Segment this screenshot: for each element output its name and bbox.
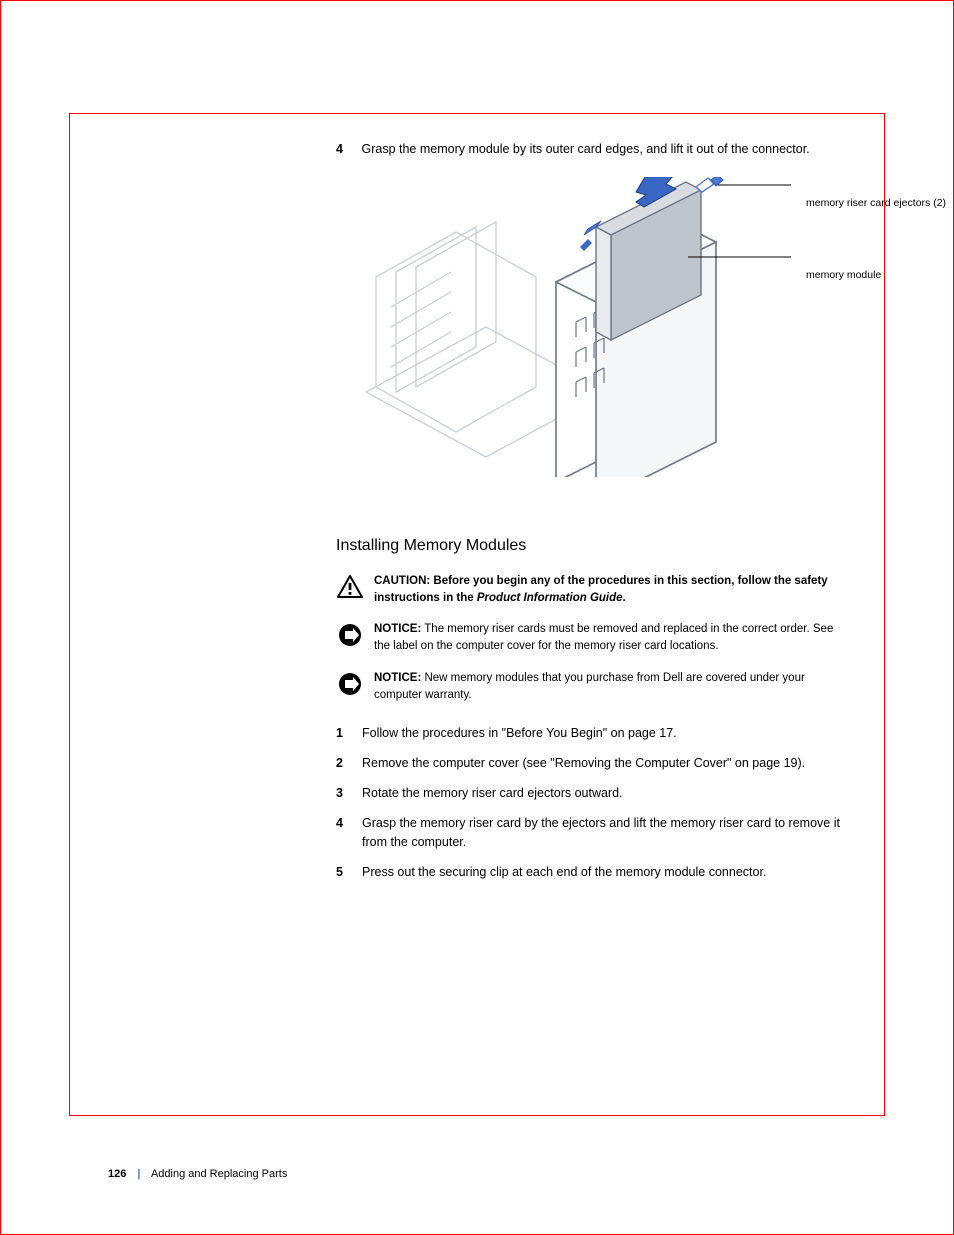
notice-2-label: NOTICE: [374, 672, 421, 684]
notice-1-label: NOTICE: [374, 623, 421, 635]
caution-text: CAUTION: Before you begin any of the pro… [374, 573, 848, 608]
page-footer: 126 | Adding and Replacing Parts [108, 1168, 287, 1180]
caution-admonition: CAUTION: Before you begin any of the pro… [336, 573, 848, 608]
caution-end: . [623, 592, 626, 604]
step-4-line: 4 Grasp the memory module by its outer c… [106, 141, 848, 159]
notice-2-admonition: NOTICE: New memory modules that you purc… [336, 670, 848, 705]
memory-riser-illustration [336, 177, 856, 477]
notice-2-text: NOTICE: New memory modules that you purc… [374, 670, 848, 705]
notice-1-body: The memory riser cards must be removed a… [374, 623, 833, 652]
figure-label-ejectors: memory riser card ejectors (2) [806, 197, 946, 209]
step-text: Rotate the memory riser card ejectors ou… [362, 784, 623, 802]
page-content: 4 Grasp the memory module by its outer c… [66, 109, 888, 913]
install-step: 5 Press out the securing clip at each en… [336, 863, 848, 881]
step-text: Grasp the memory module by its outer car… [361, 142, 809, 156]
step-number: 4 [336, 141, 358, 159]
step-number: 3 [336, 784, 354, 802]
step-number: 5 [336, 863, 354, 881]
footer-separator: | [137, 1168, 140, 1180]
step-text: Press out the securing clip at each end … [362, 863, 766, 881]
caution-label: CAUTION: [374, 575, 430, 587]
notice-icon [336, 623, 364, 647]
installing-memory-section: Installing Memory Modules CAUTION: Befor… [106, 537, 848, 881]
notice-1-text: NOTICE: The memory riser cards must be r… [374, 621, 848, 656]
notice-1-admonition: NOTICE: The memory riser cards must be r… [336, 621, 848, 656]
figure-label-module: memory module [806, 269, 881, 281]
install-step: 1 Follow the procedures in "Before You B… [336, 724, 848, 742]
install-steps: 1 Follow the procedures in "Before You B… [336, 724, 848, 881]
step-text: Remove the computer cover (see "Removing… [362, 754, 805, 772]
step-text: Grasp the memory riser card by the eject… [362, 814, 848, 850]
section-heading: Installing Memory Modules [336, 537, 848, 555]
memory-module-figure: memory riser card ejectors (2) memory mo… [336, 177, 848, 497]
footer-title: Adding and Replacing Parts [151, 1168, 287, 1180]
install-step: 2 Remove the computer cover (see "Removi… [336, 754, 848, 772]
step-number: 4 [336, 814, 354, 850]
step-text: Follow the procedures in "Before You Beg… [362, 724, 677, 742]
step-number: 2 [336, 754, 354, 772]
caution-icon [336, 575, 364, 599]
install-step: 3 Rotate the memory riser card ejectors … [336, 784, 848, 802]
notice-2-body: New memory modules that you purchase fro… [374, 672, 805, 701]
caution-ital: Product Information Guide [477, 592, 623, 604]
step-number: 1 [336, 724, 354, 742]
page-number: 126 [108, 1168, 126, 1180]
install-step: 4 Grasp the memory riser card by the eje… [336, 814, 848, 850]
notice-icon [336, 672, 364, 696]
